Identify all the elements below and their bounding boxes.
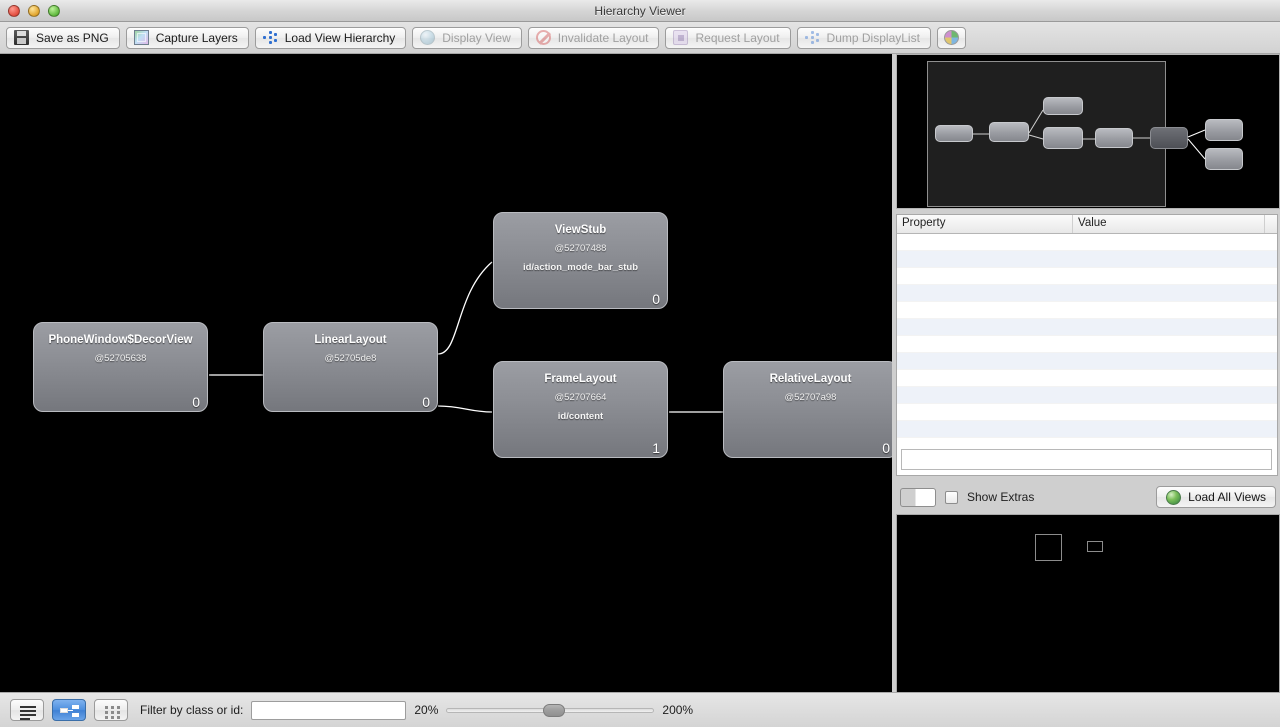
minimap-connectors bbox=[973, 109, 1206, 160]
extras-toolbar: Show Extras Load All Views bbox=[896, 482, 1280, 512]
table-row[interactable] bbox=[897, 421, 1277, 438]
view-mode-tree-button[interactable] bbox=[52, 699, 86, 721]
show-extras-checkbox[interactable] bbox=[945, 490, 958, 504]
node-tree-icon bbox=[804, 30, 820, 45]
table-row[interactable] bbox=[897, 404, 1277, 421]
property-table-header: Property Value bbox=[897, 215, 1277, 234]
save-as-png-label: Save as PNG bbox=[36, 30, 109, 45]
color-wheel-button[interactable] bbox=[936, 26, 966, 49]
view-mode-grid-button[interactable] bbox=[94, 699, 128, 721]
node-title: ViewStub bbox=[554, 224, 607, 236]
node-hash: @52707a98 bbox=[784, 392, 837, 403]
table-row[interactable] bbox=[897, 370, 1277, 387]
node-view-id: id/content bbox=[557, 411, 604, 422]
node-hash: @52705638 bbox=[94, 353, 147, 364]
extras-color-swatch[interactable] bbox=[900, 487, 936, 507]
node-title: PhoneWindow$DecorView bbox=[48, 334, 193, 346]
invalidate-layout-button[interactable]: Invalidate Layout bbox=[527, 26, 660, 49]
node-hash: @52707664 bbox=[554, 392, 607, 403]
zoom-slider[interactable] bbox=[446, 701, 655, 720]
resize-icon bbox=[673, 30, 689, 45]
load-all-views-label: Load All Views bbox=[1188, 490, 1266, 504]
dump-displaylist-label: Dump DisplayList bbox=[826, 30, 920, 45]
request-layout-button[interactable]: Request Layout bbox=[665, 26, 791, 49]
table-row[interactable] bbox=[897, 285, 1277, 302]
tree-canvas[interactable]: PhoneWindow$DecorView @52705638 0 Linear… bbox=[0, 54, 892, 692]
tree-node[interactable]: PhoneWindow$DecorView @52705638 0 bbox=[33, 322, 208, 412]
tree-node[interactable]: LinearLayout @52705de8 0 bbox=[263, 322, 438, 412]
column-header-property[interactable]: Property bbox=[897, 215, 1073, 233]
capture-layers-label: Capture Layers bbox=[155, 30, 238, 45]
preview-wireframe-rect bbox=[1087, 541, 1103, 552]
filter-label: Filter by class or id: bbox=[140, 703, 244, 717]
table-row[interactable] bbox=[897, 353, 1277, 370]
table-row[interactable] bbox=[897, 302, 1277, 319]
property-table-body bbox=[897, 234, 1277, 438]
table-row[interactable] bbox=[897, 251, 1277, 268]
node-child-count: 1 bbox=[652, 440, 660, 456]
load-all-views-button[interactable]: Load All Views bbox=[1156, 486, 1276, 508]
table-row[interactable] bbox=[897, 336, 1277, 353]
preview-wireframe-rect bbox=[1035, 534, 1062, 561]
window-title: Hierarchy Viewer bbox=[594, 3, 686, 18]
column-header-value[interactable]: Value bbox=[1073, 215, 1265, 233]
column-header-spacer bbox=[1265, 215, 1277, 233]
zoom-max-label: 200% bbox=[662, 703, 694, 717]
filter-input[interactable] bbox=[251, 700, 407, 720]
globe-icon bbox=[420, 30, 436, 45]
show-extras-label: Show Extras bbox=[967, 490, 1035, 504]
view-mode-list-button[interactable] bbox=[10, 699, 44, 721]
tree-node[interactable]: ViewStub @52707488 id/action_mode_bar_st… bbox=[493, 212, 668, 309]
node-title: RelativeLayout bbox=[769, 373, 852, 385]
display-view-label: Display View bbox=[442, 30, 511, 45]
main-toolbar: Save as PNG Capture Layers Load View Hie… bbox=[0, 22, 1280, 54]
table-row[interactable] bbox=[897, 268, 1277, 285]
table-row[interactable] bbox=[897, 234, 1277, 251]
layers-icon bbox=[133, 30, 149, 45]
tree-node[interactable]: FrameLayout @52707664 id/content 1 bbox=[493, 361, 668, 458]
node-view-id: id/action_mode_bar_stub bbox=[522, 262, 639, 273]
earth-icon bbox=[1166, 489, 1182, 505]
node-child-count: 0 bbox=[882, 440, 890, 456]
request-layout-label: Request Layout bbox=[695, 30, 780, 45]
zoom-slider-thumb[interactable] bbox=[543, 703, 566, 717]
tree-minimap[interactable] bbox=[896, 54, 1280, 209]
status-bar: Filter by class or id: 20% 200% bbox=[0, 692, 1280, 727]
node-child-count: 0 bbox=[422, 394, 430, 410]
floppy-disk-icon bbox=[14, 30, 29, 45]
load-view-hierarchy-button[interactable]: Load View Hierarchy bbox=[254, 26, 407, 49]
color-wheel-icon bbox=[943, 30, 959, 45]
save-as-png-button[interactable]: Save as PNG bbox=[6, 26, 120, 49]
node-hash: @52705de8 bbox=[324, 353, 377, 364]
hierarchy-viewer-window: Hierarchy Viewer Save as PNG Capture Lay… bbox=[0, 0, 1280, 727]
property-table[interactable]: Property Value bbox=[896, 214, 1278, 476]
right-panel: Property Value Show Extras Load All View… bbox=[892, 54, 1280, 727]
load-view-hierarchy-label: Load View Hierarchy bbox=[284, 30, 396, 45]
node-title: LinearLayout bbox=[314, 334, 387, 346]
node-title: FrameLayout bbox=[544, 373, 617, 385]
node-child-count: 0 bbox=[192, 394, 200, 410]
dump-displaylist-button[interactable]: Dump DisplayList bbox=[796, 26, 931, 49]
window-titlebar: Hierarchy Viewer bbox=[0, 0, 1280, 22]
node-tree-icon bbox=[262, 30, 278, 45]
capture-layers-button[interactable]: Capture Layers bbox=[125, 26, 249, 49]
table-row[interactable] bbox=[897, 319, 1277, 336]
table-row[interactable] bbox=[897, 387, 1277, 404]
node-hash: @52707488 bbox=[554, 243, 607, 254]
no-entry-icon bbox=[535, 30, 551, 45]
zoom-min-label: 20% bbox=[414, 703, 439, 717]
property-table-footer bbox=[901, 449, 1272, 470]
invalidate-layout-label: Invalidate Layout bbox=[557, 30, 649, 45]
tree-node[interactable]: RelativeLayout @52707a98 0 bbox=[723, 361, 892, 458]
display-view-button[interactable]: Display View bbox=[412, 26, 522, 49]
node-child-count: 0 bbox=[652, 291, 660, 307]
